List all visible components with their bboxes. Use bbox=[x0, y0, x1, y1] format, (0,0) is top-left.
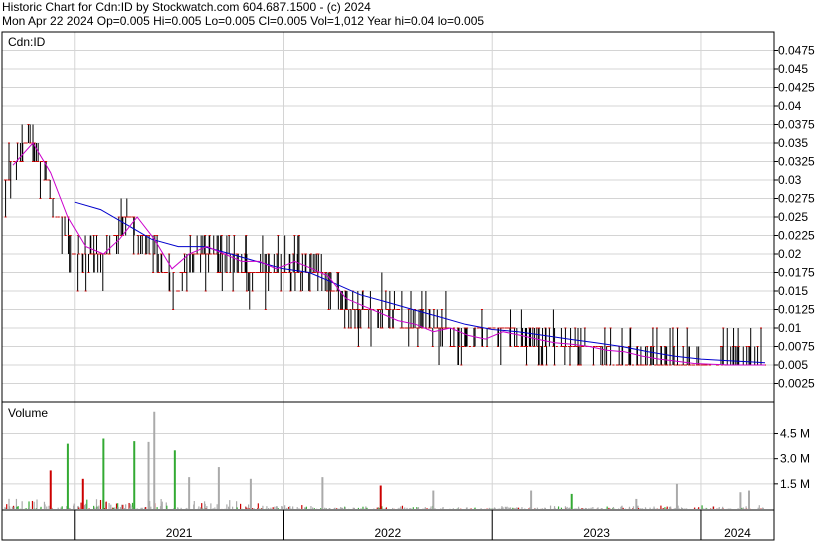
price-tick-label: 0.0375 bbox=[778, 118, 815, 132]
year-label: 2022 bbox=[375, 526, 402, 540]
price-tick-label: 0.015 bbox=[778, 284, 808, 298]
price-tick-label: 0.0175 bbox=[778, 266, 815, 280]
price-tick-label: 0.0475 bbox=[778, 44, 815, 58]
price-tick-label: 0.0025 bbox=[778, 377, 815, 391]
price-tick-label: 0.03 bbox=[778, 173, 802, 187]
volume-panel-frame bbox=[1, 401, 775, 511]
price-tick-label: 0.035 bbox=[778, 136, 808, 150]
volume-tick-label: 4.5 M bbox=[780, 427, 810, 441]
price-grid bbox=[2, 32, 774, 540]
date-axis: 2021 2022 2023 2024 bbox=[74, 510, 751, 540]
price-tick-label: 0.01 bbox=[778, 321, 802, 335]
volume-panel-title: Volume bbox=[8, 406, 48, 420]
volume-axis: 4.5 M 3.0 M 1.5 M bbox=[774, 427, 810, 491]
price-tick-label: 0.0275 bbox=[778, 192, 815, 206]
price-tick-label: 0.0225 bbox=[778, 229, 815, 243]
volume-grid bbox=[2, 433, 774, 485]
price-tick-label: 0.0125 bbox=[778, 303, 815, 317]
chart-window: Historic Chart for Cdn:ID by Stockwatch.… bbox=[0, 0, 830, 543]
year-label: 2021 bbox=[166, 526, 193, 540]
price-tick-label: 0.0325 bbox=[778, 155, 815, 169]
price-tick-label: 0.0425 bbox=[778, 81, 815, 95]
price-panel-title: Cdn:ID bbox=[8, 35, 46, 49]
volume-tick-label: 1.5 M bbox=[780, 477, 810, 491]
price-tick-label: 0.025 bbox=[778, 210, 808, 224]
year-label: 2024 bbox=[724, 526, 751, 540]
price-tick-label: 0.005 bbox=[778, 358, 808, 372]
year-label: 2023 bbox=[583, 526, 610, 540]
volume-tick-label: 3.0 M bbox=[780, 452, 810, 466]
stock-chart-svg: Cdn:ID Volume 0.0475 0.045 0.0425 0.04 0.037… bbox=[1, 31, 815, 541]
moving-average-long bbox=[74, 201, 766, 364]
volume-bars bbox=[4, 411, 764, 509]
price-tick-label: 0.045 bbox=[778, 62, 808, 76]
price-tick-label: 0.0075 bbox=[778, 340, 815, 354]
price-tick-label: 0.04 bbox=[778, 99, 802, 113]
price-axis: 0.0475 0.045 0.0425 0.04 0.0375 0.035 0.0325 0.… bbox=[774, 44, 815, 391]
price-tick-label: 0.02 bbox=[778, 247, 802, 261]
price-bars bbox=[4, 124, 766, 366]
